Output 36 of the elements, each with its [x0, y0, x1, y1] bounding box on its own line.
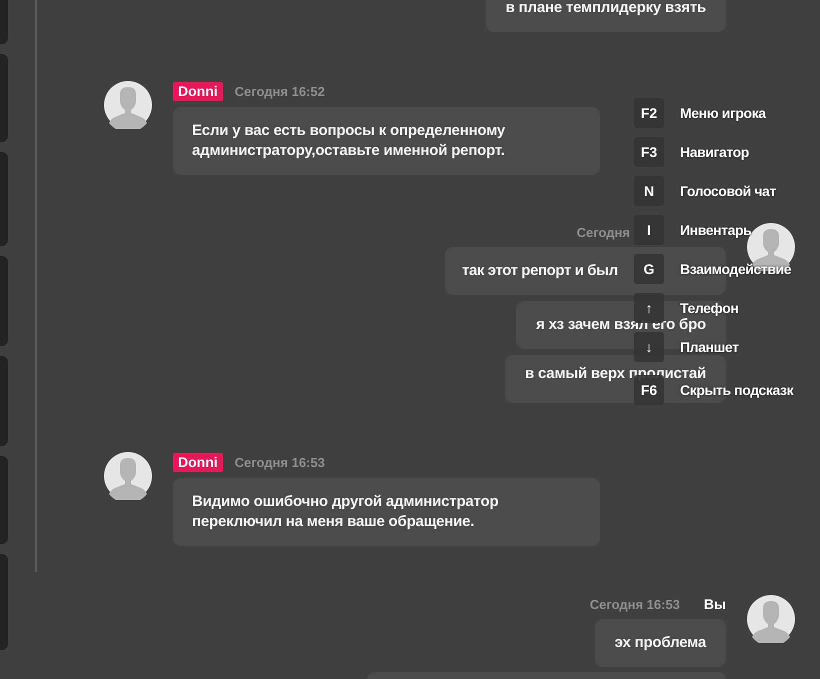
key-cap: ↑	[634, 293, 664, 323]
hint-label: Телефон	[680, 300, 738, 316]
sidebar-tab[interactable]	[0, 356, 8, 446]
hint-label: Скрыть подсказк	[680, 382, 794, 398]
hint-label: Навигатор	[680, 144, 749, 160]
hint-label: Взаимодействие	[680, 261, 792, 277]
message-text: так этот репорт и был	[462, 262, 618, 279]
hint-label: Голосовой чат	[680, 183, 776, 199]
user-avatar	[104, 452, 152, 500]
key-cap: N	[634, 176, 664, 206]
message-text: в плане темплидерку взять	[506, 0, 706, 16]
message-text: эх проблема	[614, 634, 706, 651]
sidebar-tab[interactable]	[0, 554, 8, 650]
username-badge: Donni	[173, 82, 223, 101]
key-cap: F2	[634, 98, 664, 128]
message-text: Если у вас есть вопросы к определенному администратору,оставьте именной репорт.	[192, 122, 506, 159]
sender-name: Вы	[704, 596, 726, 612]
key-cap: I	[634, 215, 664, 245]
message-time: Сегодня 16:52	[234, 84, 325, 99]
sidebar-tab[interactable]	[0, 0, 8, 44]
user-avatar	[104, 81, 152, 129]
sidebar-tab[interactable]	[0, 456, 8, 544]
hint-label: Планшет	[680, 339, 739, 355]
hint-label: Инвентарь	[680, 222, 752, 238]
username-badge: Donni	[173, 453, 223, 472]
sidebar-tab[interactable]	[0, 152, 8, 246]
message-time: Сегодня 16:53	[590, 596, 680, 612]
key-cap: G	[634, 254, 664, 284]
sidebar-tab[interactable]	[0, 54, 8, 142]
hint-label: Меню игрока	[680, 105, 766, 121]
sidebar-tab[interactable]	[0, 256, 8, 346]
message-text: Видимо ошибочно другой администратор переключил на меня ваше обращение.	[192, 493, 498, 530]
message-time: Сегодня	[576, 224, 630, 240]
key-cap: F3	[634, 137, 664, 167]
key-cap: ↓	[634, 332, 664, 362]
message-time: Сегодня 16:53	[234, 455, 325, 470]
